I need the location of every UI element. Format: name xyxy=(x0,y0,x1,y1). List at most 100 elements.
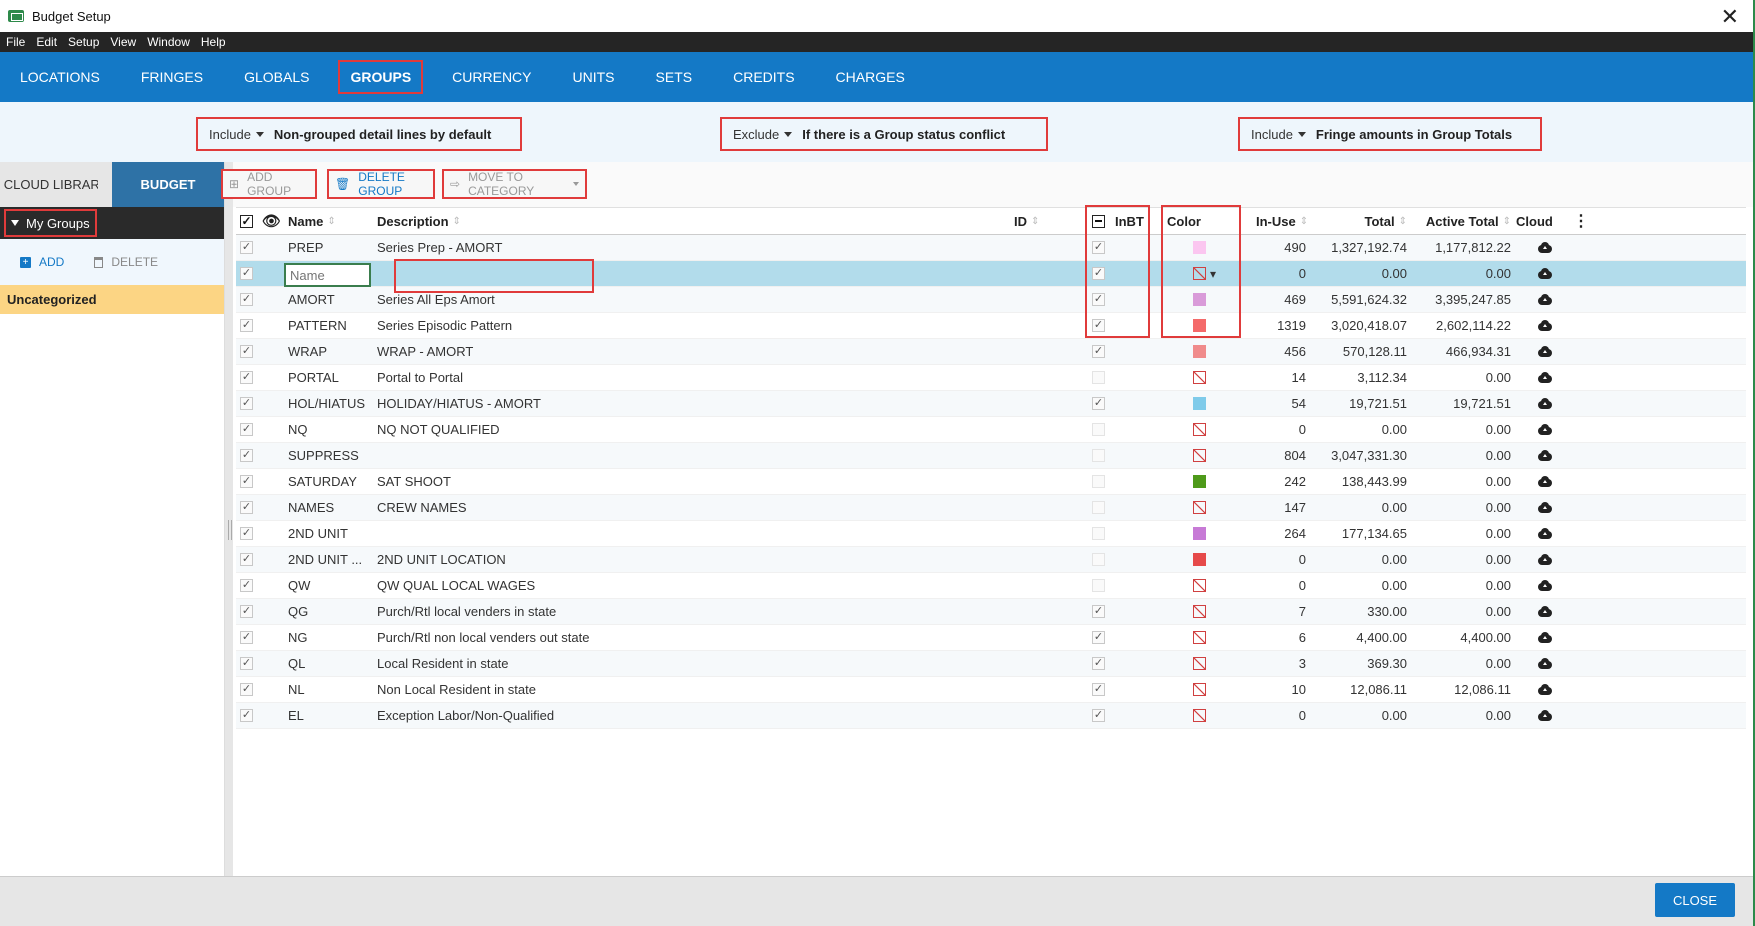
inbt-checkbox[interactable] xyxy=(1092,657,1105,670)
color-cell[interactable]: ▾ xyxy=(1193,261,1233,286)
color-cell[interactable] xyxy=(1193,417,1233,442)
inbt-checkbox[interactable] xyxy=(1092,449,1105,462)
cloud-upload-icon[interactable] xyxy=(1537,554,1553,565)
color-swatch[interactable] xyxy=(1193,319,1206,332)
cloud-upload-icon[interactable] xyxy=(1537,632,1553,643)
inbt-cell[interactable] xyxy=(1092,391,1112,416)
tab-sets[interactable]: SETS xyxy=(656,62,693,92)
no-color-swatch[interactable] xyxy=(1193,579,1206,592)
move-to-category-button[interactable]: ⇨ MOVE TO CATEGORY xyxy=(442,169,587,199)
inbt-checkbox[interactable] xyxy=(1092,475,1105,488)
inbt-checkbox[interactable] xyxy=(1092,631,1105,644)
cloud-upload-icon[interactable] xyxy=(1537,502,1553,513)
cloud-cell[interactable] xyxy=(1537,547,1557,572)
inbt-checkbox[interactable] xyxy=(1092,709,1105,722)
table-row[interactable]: NQ NQ NOT QUALIFIED 0 0.00 0.00 xyxy=(236,417,1746,443)
column-color[interactable]: Color xyxy=(1167,208,1247,234)
inbt-cell[interactable] xyxy=(1092,339,1112,364)
cloud-cell[interactable] xyxy=(1537,339,1557,364)
no-color-swatch[interactable] xyxy=(1193,371,1206,384)
cloud-cell[interactable] xyxy=(1537,365,1557,390)
inbt-checkbox[interactable] xyxy=(1092,527,1105,540)
color-cell[interactable] xyxy=(1193,365,1233,390)
color-cell[interactable] xyxy=(1193,287,1233,312)
inbt-cell[interactable] xyxy=(1092,547,1112,572)
color-swatch[interactable] xyxy=(1193,475,1206,488)
tab-locations[interactable]: LOCATIONS xyxy=(20,62,100,92)
color-swatch[interactable] xyxy=(1193,397,1206,410)
cloud-upload-icon[interactable] xyxy=(1537,320,1553,331)
check-icon[interactable] xyxy=(240,657,253,670)
cloud-cell[interactable] xyxy=(1537,703,1557,728)
check-icon[interactable] xyxy=(240,501,253,514)
menu-item-window[interactable]: Window xyxy=(147,35,190,49)
cloud-cell[interactable] xyxy=(1537,469,1557,494)
cloud-cell[interactable] xyxy=(1537,443,1557,468)
row-select-checkbox[interactable] xyxy=(240,521,260,546)
table-row[interactable]: QG Purch/Rtl local venders in state 7 330.0… xyxy=(236,599,1746,625)
option-status-conflict-mode[interactable]: Exclude xyxy=(733,127,779,142)
check-icon[interactable] xyxy=(240,345,253,358)
no-color-swatch[interactable] xyxy=(1193,631,1206,644)
row-select-checkbox[interactable] xyxy=(240,677,260,702)
cloud-cell[interactable] xyxy=(1537,313,1557,338)
cloud-upload-icon[interactable] xyxy=(1537,528,1553,539)
inbt-cell[interactable] xyxy=(1092,313,1112,338)
check-icon[interactable] xyxy=(240,709,253,722)
inbt-checkbox[interactable] xyxy=(1092,345,1105,358)
row-select-checkbox[interactable] xyxy=(240,261,260,286)
inbt-cell[interactable] xyxy=(1092,599,1112,624)
window-close-icon[interactable]: ✕ xyxy=(1721,4,1739,30)
table-row[interactable]: NAMES CREW NAMES 147 0.00 0.00 xyxy=(236,495,1746,521)
color-swatch[interactable] xyxy=(1193,527,1206,540)
tab-globals[interactable]: GLOBALS xyxy=(244,62,309,92)
color-cell[interactable] xyxy=(1193,235,1233,260)
table-row[interactable]: PORTAL Portal to Portal 14 3,112.34 0.00 xyxy=(236,365,1746,391)
option-fringe-amounts-mode[interactable]: Include xyxy=(1251,127,1293,142)
check-icon[interactable] xyxy=(240,241,253,254)
no-color-swatch[interactable] xyxy=(1193,657,1206,670)
inbt-cell[interactable] xyxy=(1092,677,1112,702)
row-select-checkbox[interactable] xyxy=(240,625,260,650)
inbt-cell[interactable] xyxy=(1092,469,1112,494)
table-row[interactable]: HOL/HIATUS HOLIDAY/HIATUS - AMORT 54 19,721… xyxy=(236,391,1746,417)
option-status-conflict[interactable]: Exclude If there is a Group status confl… xyxy=(720,117,1048,151)
cloud-upload-icon[interactable] xyxy=(1537,242,1553,253)
cloud-cell[interactable] xyxy=(1537,677,1557,702)
inbt-cell[interactable] xyxy=(1092,261,1112,286)
tab-charges[interactable]: CHARGES xyxy=(836,62,905,92)
check-icon[interactable] xyxy=(240,683,253,696)
inbt-cell[interactable] xyxy=(1092,651,1112,676)
cloud-upload-icon[interactable] xyxy=(1537,346,1553,357)
table-row[interactable]: NG Purch/Rtl non local venders out state 6… xyxy=(236,625,1746,651)
inbt-checkbox[interactable] xyxy=(1092,267,1105,280)
tab-fringes[interactable]: FRINGES xyxy=(141,62,203,92)
inbt-cell[interactable] xyxy=(1092,573,1112,598)
menu-item-edit[interactable]: Edit xyxy=(36,35,57,49)
column-name[interactable]: Name ⇕ xyxy=(288,208,373,234)
row-select-checkbox[interactable] xyxy=(240,573,260,598)
column-cloud[interactable]: Cloud xyxy=(1516,208,1566,234)
table-row[interactable]: 2ND UNIT 264 177,134.65 0.00 xyxy=(236,521,1746,547)
inbt-checkbox[interactable] xyxy=(1092,605,1105,618)
color-cell[interactable] xyxy=(1193,339,1233,364)
table-row[interactable]: AMORT Series All Eps Amort 469 5,591,624.32… xyxy=(236,287,1746,313)
row-select-checkbox[interactable] xyxy=(240,703,260,728)
color-cell[interactable] xyxy=(1193,521,1233,546)
minus-checkbox-icon[interactable] xyxy=(1092,214,1105,228)
column-in-use[interactable]: In-Use ⇕ xyxy=(1256,208,1326,234)
inbt-cell[interactable] xyxy=(1092,625,1112,650)
check-icon[interactable] xyxy=(240,397,253,410)
color-swatch[interactable] xyxy=(1193,241,1206,254)
check-icon[interactable] xyxy=(240,527,253,540)
delete-category-button[interactable]: DELETE xyxy=(94,255,158,269)
row-select-checkbox[interactable] xyxy=(240,469,260,494)
inbt-checkbox[interactable] xyxy=(1092,683,1105,696)
color-cell[interactable] xyxy=(1193,677,1233,702)
visibility-eye-icon[interactable]: 👁 xyxy=(262,208,282,234)
inbt-checkbox[interactable] xyxy=(1092,423,1105,436)
cloud-cell[interactable] xyxy=(1537,495,1557,520)
cloud-upload-icon[interactable] xyxy=(1537,294,1553,305)
pane-splitter[interactable] xyxy=(225,162,233,876)
cloud-cell[interactable] xyxy=(1537,573,1557,598)
